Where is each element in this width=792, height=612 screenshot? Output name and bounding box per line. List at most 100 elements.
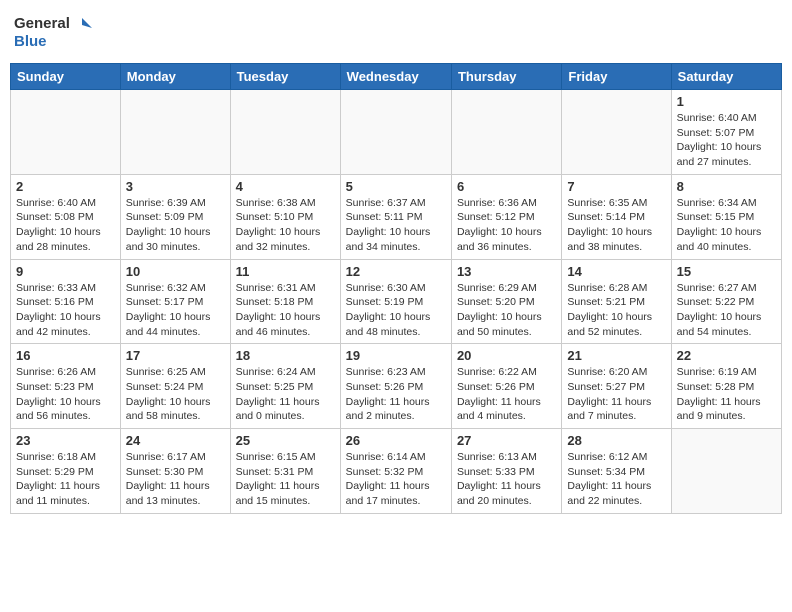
day-info: Sunrise: 6:27 AM Sunset: 5:22 PM Dayligh… xyxy=(677,281,776,340)
day-of-week-header: Sunday xyxy=(11,64,121,90)
calendar-day-cell: 14 Sunrise: 6:28 AM Sunset: 5:21 PM Dayli… xyxy=(562,259,671,344)
calendar-day-cell: 18 Sunrise: 6:24 AM Sunset: 5:25 PM Dayli… xyxy=(230,344,340,429)
calendar-header-row: SundayMondayTuesdayWednesdayThursdayFrid… xyxy=(11,64,782,90)
calendar-day-cell: 22 Sunrise: 6:19 AM Sunset: 5:28 PM Dayli… xyxy=(671,344,781,429)
calendar-day-cell: 27 Sunrise: 6:13 AM Sunset: 5:33 PM Dayli… xyxy=(451,429,561,514)
svg-text:Blue: Blue xyxy=(14,33,47,50)
day-info: Sunrise: 6:37 AM Sunset: 5:11 PM Dayligh… xyxy=(346,196,446,255)
day-info: Sunrise: 6:29 AM Sunset: 5:20 PM Dayligh… xyxy=(457,281,556,340)
day-of-week-header: Thursday xyxy=(451,64,561,90)
day-number: 20 xyxy=(457,348,556,363)
calendar-week-row: 2 Sunrise: 6:40 AM Sunset: 5:08 PM Daylig… xyxy=(11,174,782,259)
calendar-day-cell: 19 Sunrise: 6:23 AM Sunset: 5:26 PM Dayli… xyxy=(340,344,451,429)
calendar-day-cell: 15 Sunrise: 6:27 AM Sunset: 5:22 PM Dayli… xyxy=(671,259,781,344)
calendar-day-cell: 6Sunrise: 6:36 AM Sunset: 5:12 PM Daylig… xyxy=(451,174,561,259)
logo-icon: General Blue xyxy=(14,10,94,55)
calendar-day-cell xyxy=(671,429,781,514)
day-info: Sunrise: 6:30 AM Sunset: 5:19 PM Dayligh… xyxy=(346,281,446,340)
calendar-week-row: 23 Sunrise: 6:18 AM Sunset: 5:29 PM Dayli… xyxy=(11,429,782,514)
day-number: 15 xyxy=(677,264,776,279)
day-info: Sunrise: 6:20 AM Sunset: 5:27 PM Dayligh… xyxy=(567,365,665,424)
day-info: Sunrise: 6:22 AM Sunset: 5:26 PM Dayligh… xyxy=(457,365,556,424)
day-number: 28 xyxy=(567,433,665,448)
calendar-day-cell xyxy=(451,90,561,175)
calendar-day-cell: 26 Sunrise: 6:14 AM Sunset: 5:32 PM Dayli… xyxy=(340,429,451,514)
day-of-week-header: Wednesday xyxy=(340,64,451,90)
calendar-day-cell: 23 Sunrise: 6:18 AM Sunset: 5:29 PM Dayli… xyxy=(11,429,121,514)
day-number: 2 xyxy=(16,179,115,194)
day-number: 27 xyxy=(457,433,556,448)
logo: General Blue xyxy=(14,10,94,55)
day-info: Sunrise: 6:13 AM Sunset: 5:33 PM Dayligh… xyxy=(457,450,556,509)
calendar-day-cell xyxy=(11,90,121,175)
day-number: 10 xyxy=(126,264,225,279)
day-number: 13 xyxy=(457,264,556,279)
day-info: Sunrise: 6:28 AM Sunset: 5:21 PM Dayligh… xyxy=(567,281,665,340)
calendar-day-cell xyxy=(230,90,340,175)
day-of-week-header: Tuesday xyxy=(230,64,340,90)
svg-text:General: General xyxy=(14,15,70,32)
day-number: 14 xyxy=(567,264,665,279)
day-info: Sunrise: 6:23 AM Sunset: 5:26 PM Dayligh… xyxy=(346,365,446,424)
day-info: Sunrise: 6:15 AM Sunset: 5:31 PM Dayligh… xyxy=(236,450,335,509)
day-number: 25 xyxy=(236,433,335,448)
day-info: Sunrise: 6:39 AM Sunset: 5:09 PM Dayligh… xyxy=(126,196,225,255)
day-number: 24 xyxy=(126,433,225,448)
page-header: General Blue xyxy=(10,10,782,55)
day-number: 9 xyxy=(16,264,115,279)
day-number: 8 xyxy=(677,179,776,194)
calendar-day-cell xyxy=(120,90,230,175)
day-info: Sunrise: 6:25 AM Sunset: 5:24 PM Dayligh… xyxy=(126,365,225,424)
day-info: Sunrise: 6:31 AM Sunset: 5:18 PM Dayligh… xyxy=(236,281,335,340)
day-info: Sunrise: 6:35 AM Sunset: 5:14 PM Dayligh… xyxy=(567,196,665,255)
calendar-day-cell: 28 Sunrise: 6:12 AM Sunset: 5:34 PM Dayli… xyxy=(562,429,671,514)
day-info: Sunrise: 6:24 AM Sunset: 5:25 PM Dayligh… xyxy=(236,365,335,424)
day-number: 17 xyxy=(126,348,225,363)
day-of-week-header: Friday xyxy=(562,64,671,90)
day-info: Sunrise: 6:40 AM Sunset: 5:08 PM Dayligh… xyxy=(16,196,115,255)
day-info: Sunrise: 6:18 AM Sunset: 5:29 PM Dayligh… xyxy=(16,450,115,509)
calendar-day-cell: 2 Sunrise: 6:40 AM Sunset: 5:08 PM Daylig… xyxy=(11,174,121,259)
day-info: Sunrise: 6:36 AM Sunset: 5:12 PM Dayligh… xyxy=(457,196,556,255)
day-number: 12 xyxy=(346,264,446,279)
day-of-week-header: Monday xyxy=(120,64,230,90)
day-number: 3 xyxy=(126,179,225,194)
day-info: Sunrise: 6:33 AM Sunset: 5:16 PM Dayligh… xyxy=(16,281,115,340)
calendar-day-cell xyxy=(340,90,451,175)
calendar-table: SundayMondayTuesdayWednesdayThursdayFrid… xyxy=(10,63,782,514)
day-number: 21 xyxy=(567,348,665,363)
calendar-day-cell: 13 Sunrise: 6:29 AM Sunset: 5:20 PM Dayli… xyxy=(451,259,561,344)
day-info: Sunrise: 6:32 AM Sunset: 5:17 PM Dayligh… xyxy=(126,281,225,340)
calendar-day-cell: 7 Sunrise: 6:35 AM Sunset: 5:14 PM Daylig… xyxy=(562,174,671,259)
calendar-day-cell: 1Sunrise: 6:40 AM Sunset: 5:07 PM Daylig… xyxy=(671,90,781,175)
calendar-day-cell: 17 Sunrise: 6:25 AM Sunset: 5:24 PM Dayli… xyxy=(120,344,230,429)
day-info: Sunrise: 6:17 AM Sunset: 5:30 PM Dayligh… xyxy=(126,450,225,509)
day-number: 18 xyxy=(236,348,335,363)
calendar-day-cell: 21 Sunrise: 6:20 AM Sunset: 5:27 PM Dayli… xyxy=(562,344,671,429)
day-number: 19 xyxy=(346,348,446,363)
day-number: 7 xyxy=(567,179,665,194)
day-number: 5 xyxy=(346,179,446,194)
day-info: Sunrise: 6:38 AM Sunset: 5:10 PM Dayligh… xyxy=(236,196,335,255)
calendar-day-cell: 25 Sunrise: 6:15 AM Sunset: 5:31 PM Dayli… xyxy=(230,429,340,514)
day-number: 26 xyxy=(346,433,446,448)
day-of-week-header: Saturday xyxy=(671,64,781,90)
day-info: Sunrise: 6:14 AM Sunset: 5:32 PM Dayligh… xyxy=(346,450,446,509)
day-number: 16 xyxy=(16,348,115,363)
day-info: Sunrise: 6:26 AM Sunset: 5:23 PM Dayligh… xyxy=(16,365,115,424)
calendar-day-cell: 20 Sunrise: 6:22 AM Sunset: 5:26 PM Dayli… xyxy=(451,344,561,429)
calendar-day-cell: 10 Sunrise: 6:32 AM Sunset: 5:17 PM Dayli… xyxy=(120,259,230,344)
calendar-day-cell: 9 Sunrise: 6:33 AM Sunset: 5:16 PM Daylig… xyxy=(11,259,121,344)
day-info: Sunrise: 6:12 AM Sunset: 5:34 PM Dayligh… xyxy=(567,450,665,509)
calendar-day-cell: 11 Sunrise: 6:31 AM Sunset: 5:18 PM Dayli… xyxy=(230,259,340,344)
calendar-day-cell: 3 Sunrise: 6:39 AM Sunset: 5:09 PM Daylig… xyxy=(120,174,230,259)
day-info: Sunrise: 6:19 AM Sunset: 5:28 PM Dayligh… xyxy=(677,365,776,424)
day-number: 22 xyxy=(677,348,776,363)
calendar-day-cell: 8Sunrise: 6:34 AM Sunset: 5:15 PM Daylig… xyxy=(671,174,781,259)
day-info: Sunrise: 6:40 AM Sunset: 5:07 PM Dayligh… xyxy=(677,111,776,170)
calendar-day-cell: 16 Sunrise: 6:26 AM Sunset: 5:23 PM Dayli… xyxy=(11,344,121,429)
day-number: 23 xyxy=(16,433,115,448)
day-number: 11 xyxy=(236,264,335,279)
calendar-day-cell: 5 Sunrise: 6:37 AM Sunset: 5:11 PM Daylig… xyxy=(340,174,451,259)
calendar-day-cell xyxy=(562,90,671,175)
